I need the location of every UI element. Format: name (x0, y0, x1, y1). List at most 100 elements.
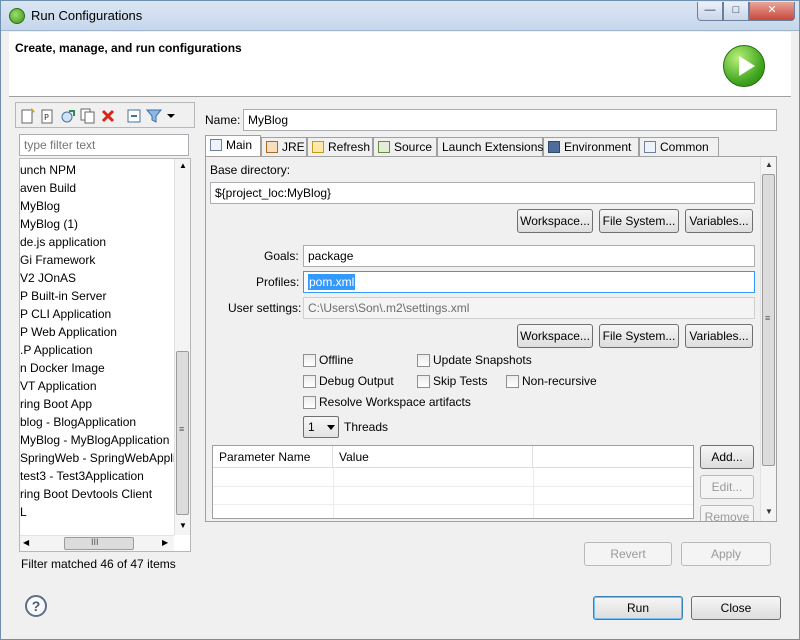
name-label: Name: (205, 113, 241, 127)
scroll-down-arrow[interactable]: ▼ (179, 521, 187, 530)
offline-checkbox[interactable] (303, 354, 316, 367)
configuration-tree[interactable]: unch NPM aven Build MyBlog MyBlog (1) de… (19, 158, 191, 552)
tab-source[interactable]: Source (373, 137, 437, 157)
tree-hscroll-thumb[interactable]: III (64, 537, 134, 550)
resolve-workspace-checkbox[interactable] (303, 396, 316, 409)
content-vscroll-thumb[interactable]: ≡ (762, 174, 775, 466)
close-window-button[interactable]: ✕ (749, 2, 795, 21)
tree-item[interactable]: P Web Application (20, 323, 174, 341)
hscroll-grip: III (91, 537, 99, 547)
update-snapshots-checkbox[interactable] (417, 354, 430, 367)
content-scroll-down-arrow[interactable]: ▼ (765, 507, 773, 516)
window-title: Run Configurations (31, 8, 143, 23)
profiles-input[interactable]: pom.xml (303, 271, 755, 293)
content-vertical-scrollbar[interactable]: ▲ ≡ ▼ (760, 157, 776, 521)
tree-item[interactable]: ring Boot App (20, 395, 174, 413)
user-settings-workspace-button[interactable]: Workspace... (517, 324, 593, 348)
close-button[interactable]: Close (691, 596, 781, 620)
collapse-all-icon[interactable] (126, 108, 142, 124)
update-snapshots-label: Update Snapshots (433, 353, 532, 367)
tree-item[interactable]: .P Application (20, 341, 174, 359)
tree-item[interactable]: de.js application (20, 233, 174, 251)
base-directory-input[interactable]: ${project_loc:MyBlog} (210, 182, 755, 204)
common-icon (644, 141, 656, 153)
content-vscroll-grip: ≡ (765, 313, 771, 323)
content-scroll-up-arrow[interactable]: ▲ (765, 160, 773, 169)
scroll-up-arrow[interactable]: ▲ (179, 161, 187, 170)
tree-item[interactable]: P CLI Application (20, 305, 174, 323)
tab-environment[interactable]: Environment (543, 137, 639, 157)
tree-item[interactable]: MyBlog (20, 197, 174, 215)
config-toolbar: P (15, 102, 195, 128)
tab-launch-extensions[interactable]: Launch Extensions (437, 137, 543, 157)
scroll-right-arrow[interactable]: ▶ (162, 538, 168, 547)
skip-tests-checkbox[interactable] (417, 375, 430, 388)
maximize-button[interactable]: □ (723, 2, 749, 21)
threads-select[interactable]: 1 (303, 416, 339, 438)
user-settings-variables-button[interactable]: Variables... (685, 324, 753, 348)
edit-button[interactable]: Edit... (700, 475, 754, 499)
row-divider (213, 504, 693, 505)
view-menu-icon[interactable] (166, 108, 176, 124)
title-bar[interactable]: Run Configurations — □ ✕ (1, 1, 799, 31)
column-header-value[interactable]: Value (333, 446, 533, 468)
tree-item[interactable]: P Built-in Server (20, 287, 174, 305)
tree-vertical-scrollbar[interactable]: ▲ ≡ ▼ (174, 159, 190, 535)
run-configurations-dialog: Run Configurations — □ ✕ Create, manage,… (0, 0, 800, 640)
goals-input[interactable]: package (303, 245, 755, 267)
user-settings-file-system-button[interactable]: File System... (599, 324, 679, 348)
tree-item[interactable]: n Docker Image (20, 359, 174, 377)
remove-button[interactable]: Remove (700, 505, 754, 521)
minimize-button[interactable]: — (697, 2, 723, 21)
new-config-icon[interactable] (20, 108, 36, 124)
delete-icon[interactable] (100, 108, 116, 124)
tree-item[interactable]: unch NPM (20, 161, 174, 179)
column-divider (533, 468, 534, 518)
tree-item[interactable]: ring Boot Devtools Client (20, 485, 174, 503)
add-button[interactable]: Add... (700, 445, 754, 469)
filter-input[interactable] (19, 134, 189, 156)
tree-item[interactable]: blog - BlogApplication (20, 413, 174, 431)
tab-jre[interactable]: JRE (261, 137, 307, 157)
tree-item[interactable]: Gi Framework (20, 251, 174, 269)
debug-output-label: Debug Output (319, 374, 394, 388)
tree-item[interactable]: MyBlog - MyBlogApplication (20, 431, 174, 449)
column-header-parameter-name[interactable]: Parameter Name (213, 446, 333, 468)
skip-tests-label: Skip Tests (433, 374, 488, 388)
new-prototype-icon[interactable]: P (40, 108, 56, 124)
scroll-left-arrow[interactable]: ◀ (23, 538, 29, 547)
tree-horizontal-scrollbar[interactable]: ◀ III ▶ (20, 535, 174, 551)
export-icon[interactable] (60, 108, 76, 124)
user-settings-input[interactable]: C:\Users\Son\.m2\settings.xml (303, 297, 755, 319)
main-tab-icon (210, 139, 222, 151)
chevron-down-icon (327, 425, 335, 430)
tab-refresh[interactable]: Refresh (307, 137, 373, 157)
apply-button[interactable]: Apply (681, 542, 771, 566)
run-button[interactable]: Run (593, 596, 683, 620)
non-recursive-checkbox[interactable] (506, 375, 519, 388)
filter-icon[interactable] (146, 108, 162, 124)
file-system-button[interactable]: File System... (599, 209, 679, 233)
column-header-empty (533, 446, 693, 468)
tree-vscroll-thumb[interactable]: ≡ (176, 351, 189, 515)
tab-main[interactable]: Main (205, 135, 261, 157)
tab-common[interactable]: Common (639, 137, 719, 157)
tree-item[interactable]: test3 - Test3Application (20, 467, 174, 485)
svg-text:P: P (44, 113, 49, 122)
tree-item[interactable]: VT Application (20, 377, 174, 395)
tree-item[interactable]: MyBlog (1) (20, 215, 174, 233)
tree-item[interactable]: aven Build (20, 179, 174, 197)
debug-output-checkbox[interactable] (303, 375, 316, 388)
tree-item[interactable]: V2 JOnAS (20, 269, 174, 287)
tree-item[interactable]: L (20, 503, 174, 521)
duplicate-icon[interactable] (80, 108, 96, 124)
revert-button[interactable]: Revert (584, 542, 672, 566)
row-divider (213, 486, 693, 487)
workspace-button[interactable]: Workspace... (517, 209, 593, 233)
parameters-table[interactable]: Parameter Name Value (212, 445, 694, 519)
run-icon (723, 45, 765, 87)
name-input[interactable]: MyBlog (243, 109, 777, 131)
variables-button[interactable]: Variables... (685, 209, 753, 233)
help-icon[interactable]: ? (25, 595, 47, 617)
tree-item[interactable]: SpringWeb - SpringWebApplication (20, 449, 174, 467)
